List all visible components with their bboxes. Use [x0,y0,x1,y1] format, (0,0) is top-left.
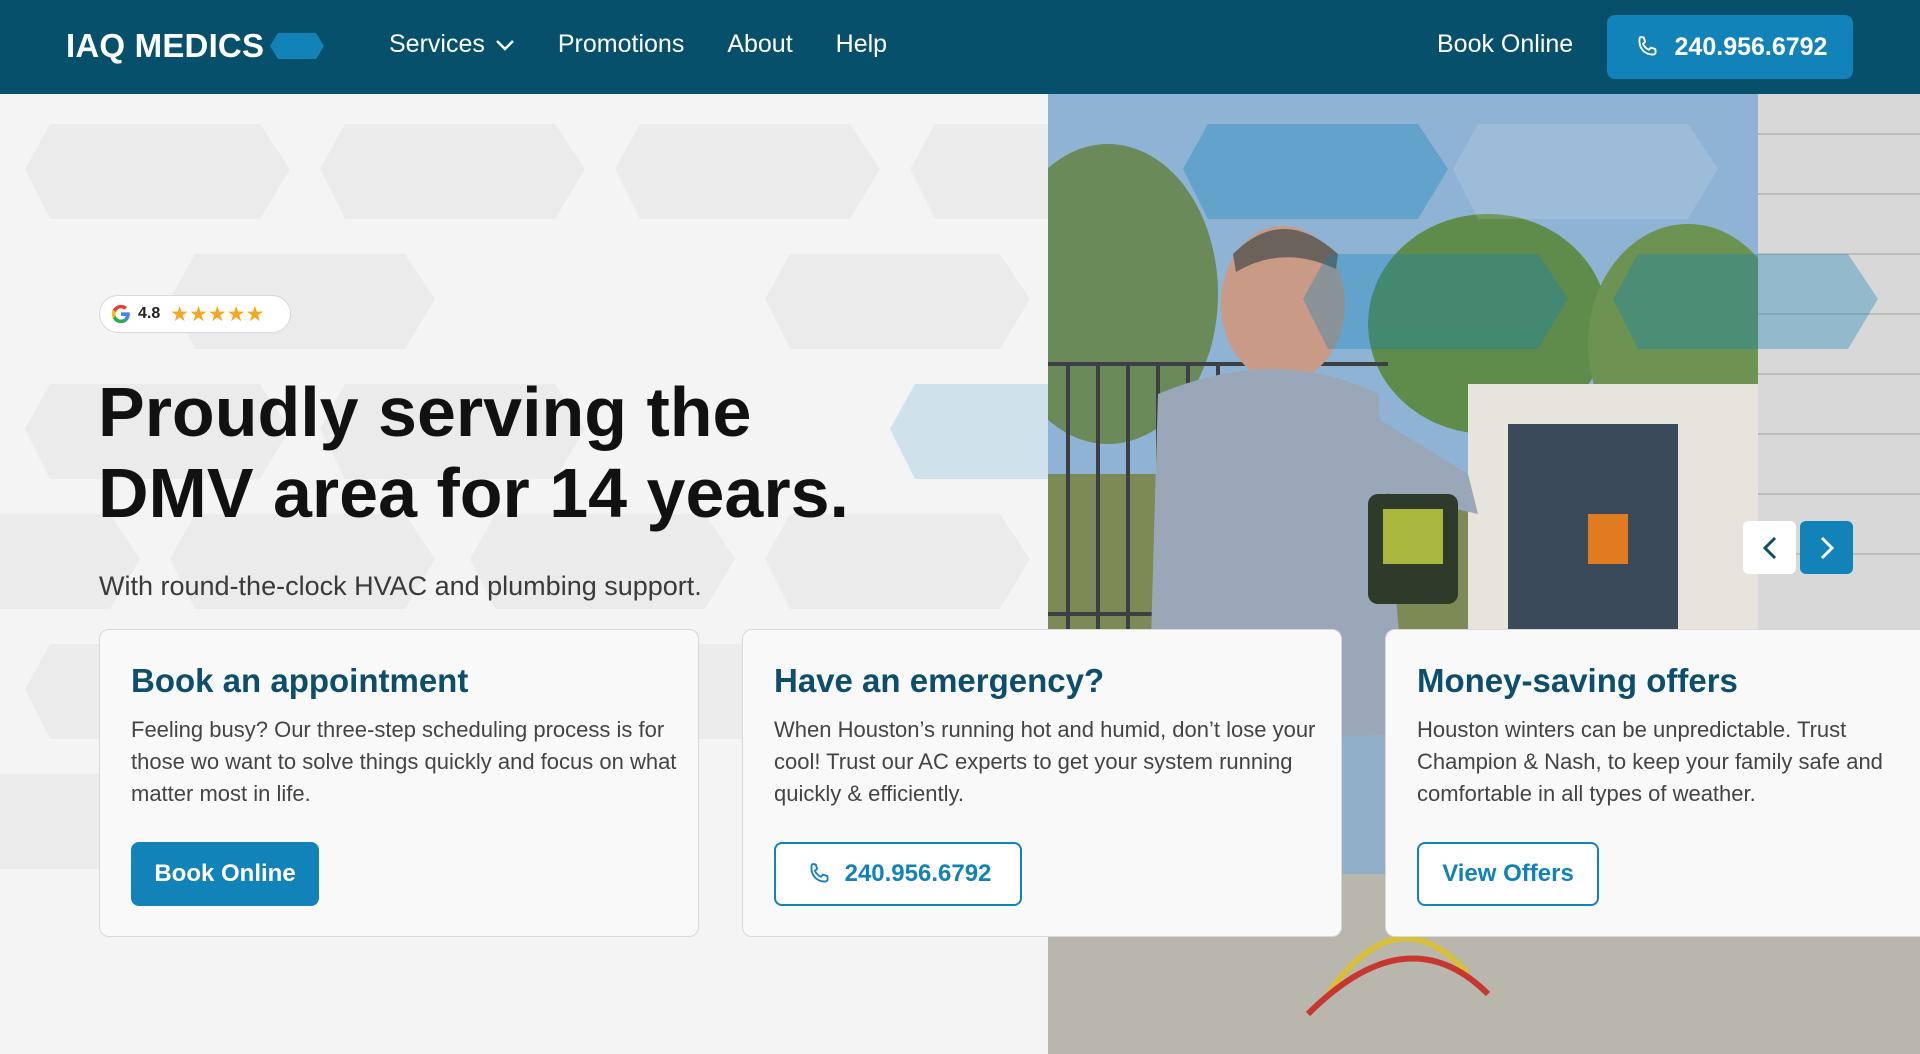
emergency-phone-number: 240.956.6792 [844,860,992,887]
chevron-left-icon [1762,536,1776,559]
slider-next-button[interactable] [1800,521,1853,574]
card-body: When Houston’s running hot and humid, do… [774,717,1316,806]
logo-text: IAQ MEDICS [66,27,265,64]
phone-icon [1638,36,1657,56]
hero-subtitle: With round-the-clock HVAC and plumbing s… [99,571,702,601]
book-online-link[interactable]: Book Online [1437,30,1573,59]
nav-services[interactable]: Services [389,30,515,59]
phone-icon [810,863,829,883]
google-logo-icon [111,304,130,324]
card-body-line-1: Houston winters can be unpredictable. Tr… [1417,717,1847,742]
hero-title: Proudly serving the DMV area for 14 year… [98,373,849,532]
card-body-line-3: comfortable in all types of weather. [1417,781,1756,806]
header-phone-number: 240.956.6792 [1674,32,1828,61]
slider-previous-button[interactable] [1743,521,1796,574]
nav-about[interactable]: About [727,30,792,59]
book-online-button[interactable]: Book Online [131,842,319,906]
site-logo[interactable]: IAQ MEDICS [66,27,325,65]
card-title: Book an appointment [131,662,469,699]
emergency-phone-button[interactable]: 240.956.6792 [774,842,1022,906]
rating-value: 4.8 [138,305,161,322]
nav-services-label: Services [389,30,485,58]
google-rating-badge[interactable]: 4.8 ★★★★★ [99,295,291,333]
card-body: Feeling busy? Our three-step scheduling … [131,717,677,806]
card-emergency: Have an emergency? When Houston’s runnin… [742,629,1342,937]
nav-help-label: Help [835,30,888,58]
card-money-saving-offers: Money-saving offers Houston winters can … [1385,629,1920,937]
main-nav: Services Promotions About Help [389,30,887,59]
nav-about-label: About [727,30,793,58]
view-offers-button[interactable]: View Offers [1417,842,1599,906]
chevron-right-icon [1820,536,1834,559]
star-rating-icon: ★★★★★ [170,302,265,326]
header-phone-button[interactable]: 240.956.6792 [1607,15,1853,79]
nav-help[interactable]: Help [836,30,887,59]
nav-promotions-label: Promotions [557,30,685,58]
nav-promotions[interactable]: Promotions [558,30,684,59]
card-title: Money-saving offers [1417,662,1738,699]
chevron-down-icon [495,39,514,51]
logo-hexagon-icon [270,33,325,59]
card-book-appointment: Book an appointment Feeling busy? Our th… [99,629,699,937]
card-title: Have an emergency? [774,662,1105,699]
top-navigation-bar: IAQ MEDICS Services Promotions About Hel… [0,0,1920,94]
card-body-line-2: Champion & Nash, to keep your family saf… [1417,749,1883,774]
